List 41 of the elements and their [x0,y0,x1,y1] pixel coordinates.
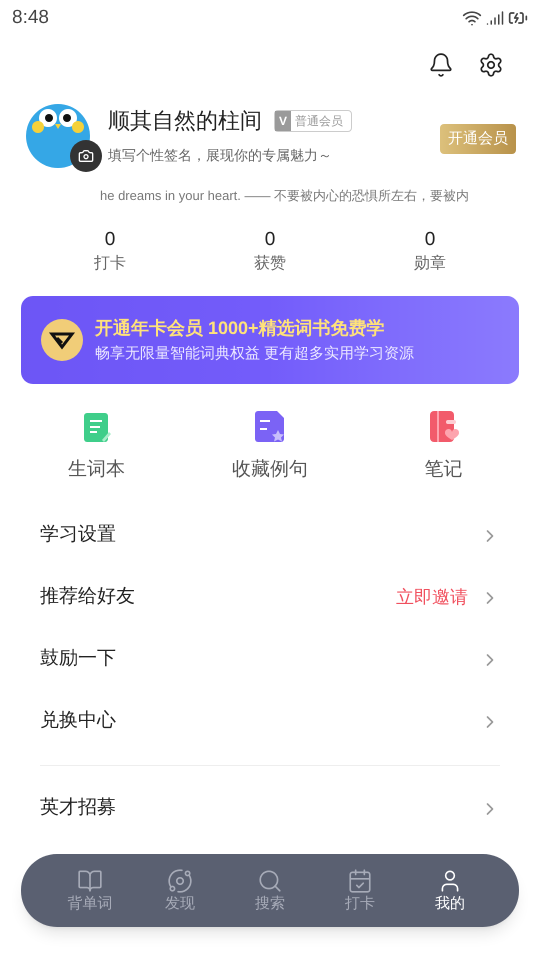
menu-row[interactable]: 推荐给好友 立即邀请 [40,566,500,628]
shortcut-item[interactable]: 笔记 [356,408,530,484]
membership-banner[interactable]: 开通年卡会员 1000+精选词书免费学 畅享无限量智能词典权益 更有超多实用学习资源 [21,296,519,384]
camera-icon [78,148,94,164]
menu-label: 英才招募 [40,796,117,820]
menu-label: 学习设置 [40,523,117,548]
stat-label: 获赞 [254,254,286,274]
quote-text: he dreams in your heart. —— 不要被内心的恐惧所左右，要被内 [100,188,470,203]
menu-row[interactable]: 鼓励一下 [40,628,500,690]
book-icon [77,868,103,894]
member-badge: V 普通会员 [274,110,352,132]
menu-row[interactable]: 兑换中心 [40,690,500,752]
invite-link[interactable]: 立即邀请 [396,584,468,611]
stat-value: 0 [424,228,436,252]
stat-label: 勋章 [414,254,446,274]
signal-icon [486,9,504,27]
wordbook-icon [82,412,112,444]
search-icon [257,868,283,894]
stat-value: 0 [264,228,276,252]
menu-label: 鼓励一下 [40,647,117,672]
stat-label: 打卡 [94,254,126,274]
shortcut-item[interactable]: 生词本 [10,408,184,484]
menu-label: 兑换中心 [40,709,117,734]
banner-subtitle: 畅享无限量智能词典权益 更有超多实用学习资源 [95,344,414,364]
menu-row[interactable]: 学习设置 [40,504,500,566]
tab-item[interactable]: 我的 [405,868,495,914]
signature-text[interactable]: 填写个性签名，展现你的专属魅力～ [108,145,440,166]
calendar-check-icon [347,868,373,894]
menu-row[interactable]: 英才招募 [40,778,500,840]
planet-icon [167,868,193,894]
camera-button[interactable] [70,140,102,172]
settings-icon[interactable] [478,52,504,78]
document-star-icon [252,410,287,444]
v-logo-icon [41,319,83,361]
user-name: 顺其自然的柱间 [108,107,262,135]
menu-label: 推荐给好友 [40,585,136,610]
notification-bell-icon[interactable] [428,52,454,78]
shortcut-item[interactable]: 收藏例句 [183,408,357,484]
status-time: 8:48 [12,6,49,30]
stat-value: 0 [104,228,116,252]
banner-title: 开通年卡会员 1000+精选词书免费学 [95,317,386,340]
